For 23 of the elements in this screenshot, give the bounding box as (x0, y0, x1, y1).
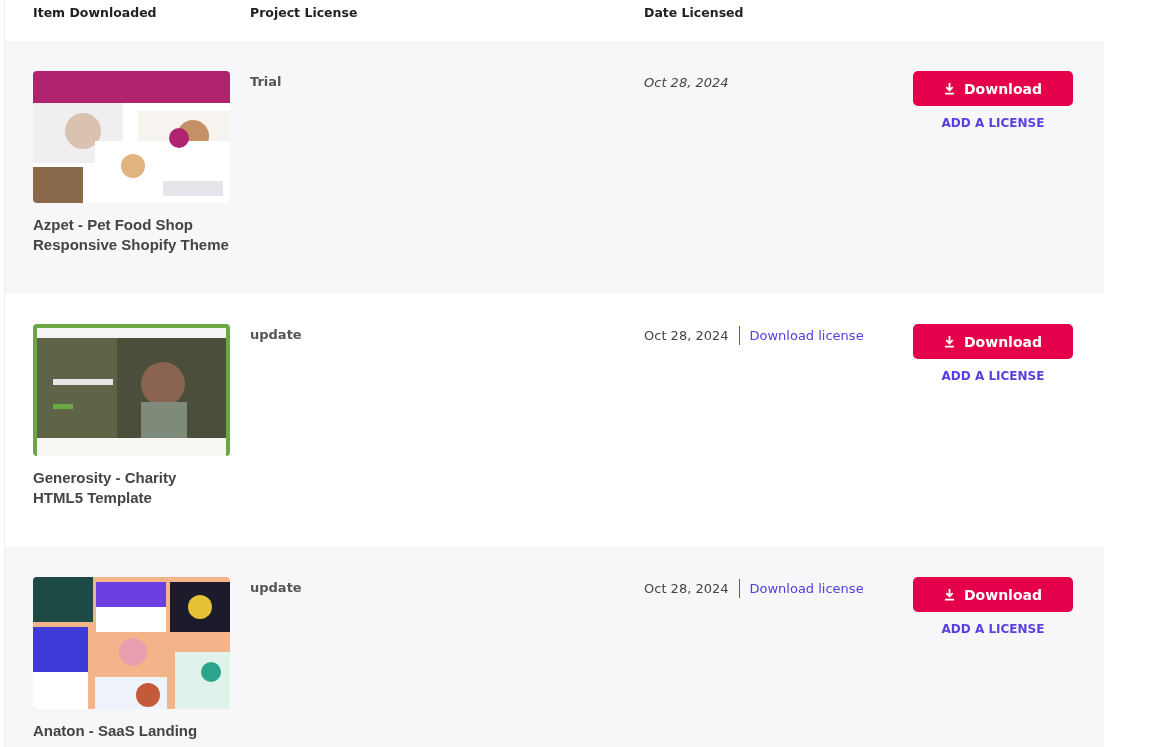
download-license-link[interactable]: Download license (749, 580, 864, 596)
license-date: Oct 28, 2024 (644, 327, 729, 343)
license-type: update (250, 580, 302, 595)
item-title: Azpet - Pet Food Shop Responsive Shopify Theme (33, 215, 230, 255)
download-button[interactable]: Download (913, 71, 1073, 106)
download-icon (944, 82, 955, 95)
license-date: Oct 28, 2024 (644, 74, 729, 90)
download-license-link[interactable]: Download license (749, 327, 864, 343)
download-button[interactable]: Download (913, 577, 1073, 612)
license-date: Oct 28, 2024 (644, 580, 729, 596)
download-icon (944, 588, 955, 601)
column-header: Item Downloaded (33, 5, 158, 20)
item-title: Generosity - Charity HTML5 Template (33, 468, 178, 508)
download-icon (944, 335, 955, 348)
add-license-link[interactable]: ADD A LICENSE (941, 116, 1045, 130)
item-title: Anaton - SaaS Landing (33, 721, 199, 741)
license-type: update (250, 327, 302, 342)
column-header: Project License (250, 5, 359, 20)
add-license-link[interactable]: ADD A LICENSE (941, 622, 1045, 636)
add-license-link[interactable]: ADD A LICENSE (941, 369, 1045, 383)
column-header: Date Licensed (644, 5, 744, 20)
download-button[interactable]: Download (913, 324, 1073, 359)
license-type: Trial (250, 74, 282, 89)
